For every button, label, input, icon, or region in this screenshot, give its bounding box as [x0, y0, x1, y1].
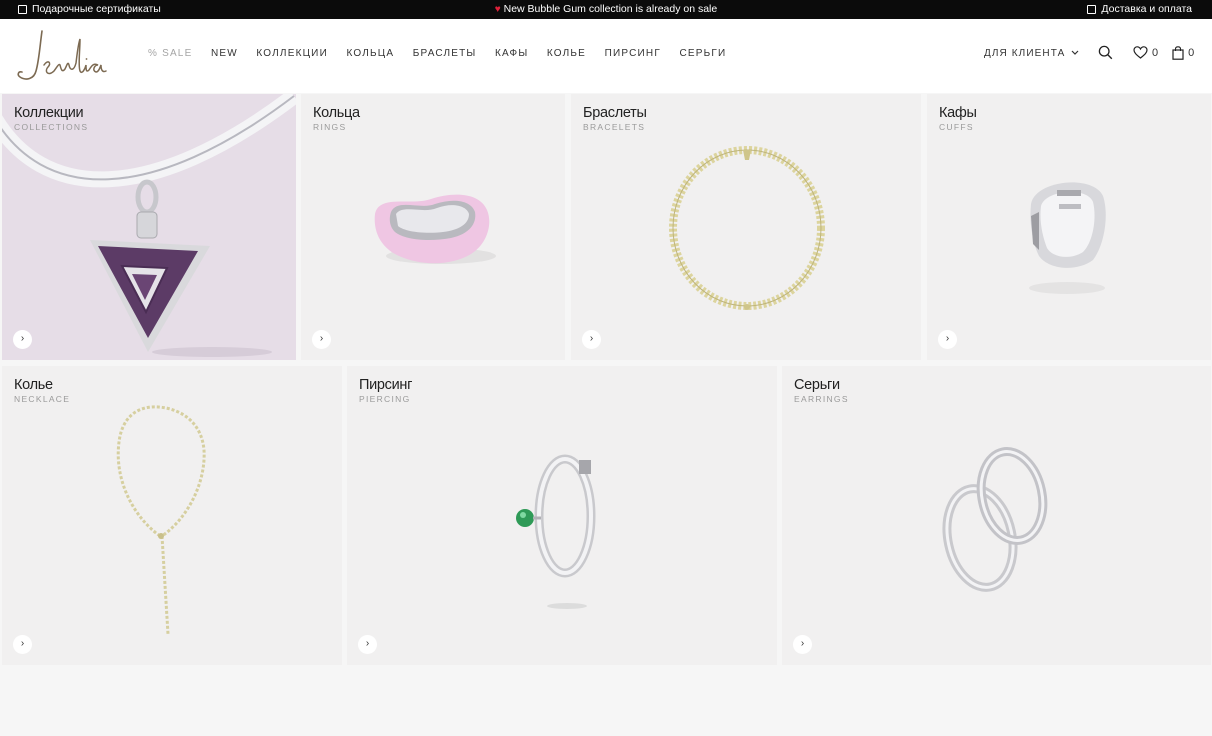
category-subtitle: NECKLACE	[14, 394, 71, 404]
category-tile-collections[interactable]: Коллекции COLLECTIONS ›	[2, 94, 296, 360]
category-arrow-button[interactable]: ›	[582, 330, 601, 349]
delivery-link[interactable]: Доставка и оплата	[1087, 3, 1192, 15]
category-tile-bracelets[interactable]: Браслеты BRACELETS ›	[571, 94, 921, 360]
category-arrow-button[interactable]: ›	[358, 635, 377, 654]
client-menu[interactable]: ДЛЯ КЛИЕНТА	[984, 48, 1079, 59]
wishlist-count: 0	[1152, 46, 1159, 59]
category-tile-earrings[interactable]: Серьги EARRINGS ›	[782, 366, 1211, 665]
search-icon	[1098, 45, 1113, 60]
nav-sale[interactable]: % SALE	[148, 48, 192, 59]
category-title: Колье	[14, 377, 53, 393]
heart-icon: ♥	[494, 4, 501, 15]
necklace-product-image	[116, 405, 206, 635]
nav-bracelets[interactable]: БРАСЛЕТЫ	[413, 48, 477, 59]
category-arrow-button[interactable]: ›	[312, 330, 331, 349]
category-subtitle: EARRINGS	[794, 394, 849, 404]
page-bottom-area	[0, 667, 1212, 736]
collections-pendant-image	[2, 94, 296, 357]
client-menu-label: ДЛЯ КЛИЕНТА	[984, 48, 1066, 59]
announcement-bar: Подарочные сертификаты ♥ New Bubble Gum …	[0, 0, 1212, 19]
rings-product-image	[374, 194, 496, 264]
category-tile-necklace[interactable]: Колье NECKLACE ›	[2, 366, 342, 665]
chevron-down-icon	[1071, 50, 1079, 55]
category-tile-rings[interactable]: Кольца RINGS ›	[301, 94, 565, 360]
category-subtitle: CUFFS	[939, 122, 974, 132]
category-title: Серьги	[794, 377, 840, 393]
category-title: Браслеты	[583, 105, 647, 121]
category-tile-cuffs[interactable]: Кафы CUFFS ›	[927, 94, 1211, 360]
piercing-product-image	[516, 454, 596, 609]
wishlist-button[interactable]: 0	[1133, 46, 1158, 59]
cart-button[interactable]: 0	[1172, 45, 1195, 60]
category-tile-piercing[interactable]: Пирсинг PIERCING ›	[347, 366, 777, 665]
bag-icon	[1172, 45, 1184, 60]
nav-necklace[interactable]: КОЛЬЕ	[547, 48, 586, 59]
delivery-icon	[1087, 4, 1097, 14]
nav-earrings[interactable]: СЕРЬГИ	[679, 48, 726, 59]
promo-label: New Bubble Gum collection is already on …	[503, 3, 718, 15]
bracelets-product-image	[669, 146, 825, 310]
cart-count: 0	[1188, 46, 1195, 59]
heart-icon	[1133, 46, 1148, 59]
category-subtitle: COLLECTIONS	[14, 122, 89, 132]
cuffs-product-image	[1029, 182, 1106, 294]
search-button[interactable]	[1098, 45, 1113, 60]
site-header: % SALE NEW КОЛЛЕКЦИИ КОЛЬЦА БРАСЛЕТЫ КАФ…	[0, 19, 1212, 93]
nav-cuffs[interactable]: КАФЫ	[495, 48, 528, 59]
delivery-label: Доставка и оплата	[1101, 3, 1192, 15]
category-subtitle: RINGS	[313, 122, 347, 132]
category-arrow-button[interactable]: ›	[13, 635, 32, 654]
category-subtitle: BRACELETS	[583, 122, 646, 132]
category-arrow-button[interactable]: ›	[793, 635, 812, 654]
category-title: Пирсинг	[359, 377, 413, 393]
category-title: Коллекции	[14, 105, 84, 121]
earrings-product-image	[942, 447, 1048, 592]
category-arrow-button[interactable]: ›	[13, 330, 32, 349]
category-title: Кольца	[313, 105, 360, 121]
category-arrow-button[interactable]: ›	[938, 330, 957, 349]
category-title: Кафы	[939, 105, 977, 121]
promo-banner[interactable]: ♥ New Bubble Gum collection is already o…	[0, 3, 1212, 15]
category-subtitle: PIERCING	[359, 394, 411, 404]
nav-piercing[interactable]: ПИРСИНГ	[605, 48, 661, 59]
header-actions: 0 0	[1098, 45, 1208, 60]
nav-rings[interactable]: КОЛЬЦА	[346, 48, 394, 59]
jewlia-logo[interactable]	[14, 25, 114, 85]
nav-new[interactable]: NEW	[211, 48, 238, 59]
main-nav: % SALE NEW КОЛЛЕКЦИИ КОЛЬЦА БРАСЛЕТЫ КАФ…	[148, 48, 745, 59]
nav-collections[interactable]: КОЛЛЕКЦИИ	[256, 48, 328, 59]
